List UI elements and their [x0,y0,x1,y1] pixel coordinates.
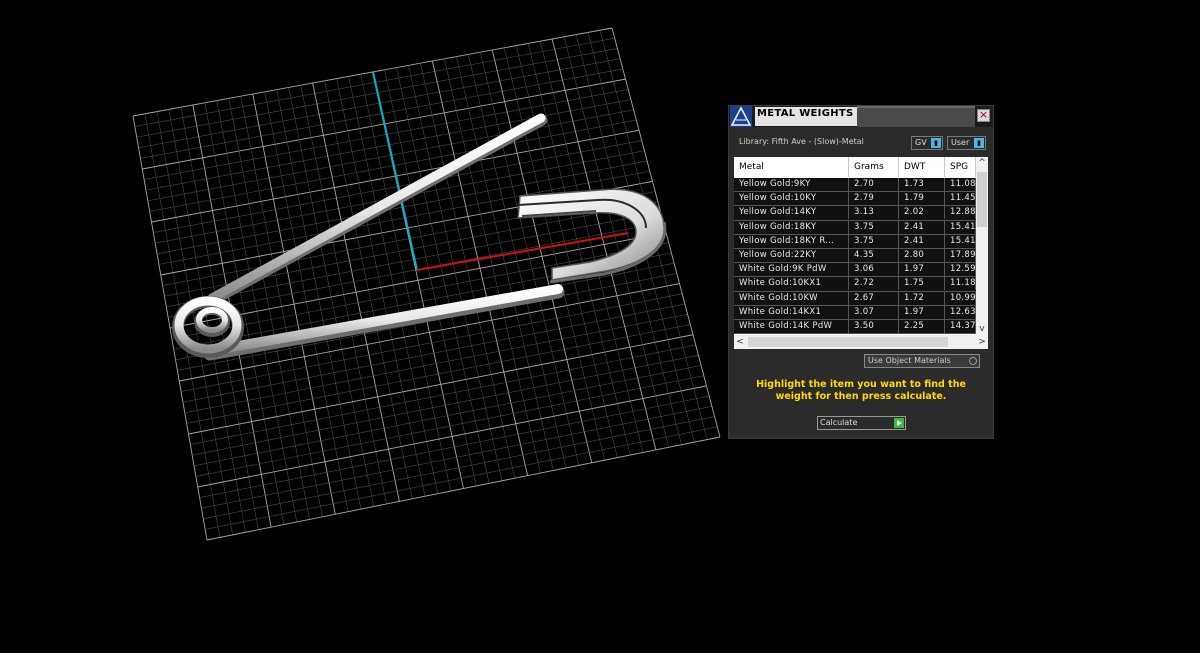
cell-grams: 3.50 [849,319,899,333]
cell-grams: 3.75 [849,220,899,234]
cell-spg: 17.89 [945,248,976,262]
table-row[interactable]: Yellow Gold:18KY R... 3.75 2.41 15.41 [734,234,976,249]
gv-toggle[interactable]: GV ▮ [911,136,943,150]
scroll-up-icon[interactable]: ^ [976,157,988,169]
cell-dwt: 1.75 [899,277,945,291]
close-button[interactable]: × [977,109,990,122]
table-row[interactable]: Yellow Gold:18KY 3.75 2.41 15.41 [734,220,976,235]
titlebar-strip [857,106,975,127]
cell-dwt: 2.02 [899,206,945,220]
cell-spg: 12.59 [945,263,976,277]
cell-dwt: 2.25 [899,319,945,333]
cell-grams: 2.67 [849,291,899,305]
toggle-arrow-icon: ▮ [974,138,984,148]
vertical-scroll-thumb[interactable] [977,172,987,227]
cell-grams: 4.35 [849,248,899,262]
cell-grams: 3.07 [849,305,899,319]
cell-spg: 11.08 [945,178,976,191]
metal-weights-panel: METAL WEIGHTS × Library: Fifth Ave - (Sl… [728,105,994,439]
cell-dwt: 2.41 [899,220,945,234]
panel-titlebar[interactable]: METAL WEIGHTS × [729,106,993,127]
cell-grams: 2.79 [849,192,899,206]
y-axis-line [372,71,418,271]
table-row[interactable]: Yellow Gold:14KY 3.13 2.02 12.88 [734,206,976,221]
cell-grams: 3.13 [849,206,899,220]
column-header-grams[interactable]: Grams [849,157,899,177]
cell-metal: White Gold:14K PdW [734,319,849,333]
user-toggle-label: User [951,138,970,147]
cell-spg: 10.99 [945,291,976,305]
use-object-materials-toggle[interactable]: Use Object Materials [864,354,980,368]
table-header: Metal Grams DWT SPG [734,157,976,177]
calculate-button[interactable]: Calculate [817,416,906,430]
metal-table: Metal Grams DWT SPG Yellow Gold:9KY 2.70 1… [734,157,988,349]
scroll-right-icon[interactable]: > [976,336,988,348]
grid-line [206,436,721,541]
table-row[interactable]: Yellow Gold:22KY 4.35 2.80 17.89 [734,248,976,264]
grid-line [203,416,715,520]
table-body: Yellow Gold:9KY 2.70 1.73 11.08 Yellow Gold:… [734,178,976,335]
use-object-materials-label: Use Object Materials [868,356,951,365]
table-row[interactable]: White Gold:14K PdW 3.50 2.25 14.37 [734,319,976,335]
3d-viewport[interactable] [0,0,1200,653]
table-row[interactable]: White Gold:10KX1 2.72 1.75 11.18 [734,277,976,292]
cell-metal: Yellow Gold:9KY [734,178,849,191]
table-row[interactable]: Yellow Gold:9KY 2.70 1.73 11.08 [734,178,976,193]
cell-dwt: 1.73 [899,178,945,191]
horizontal-scrollbar[interactable]: < > [734,335,988,349]
cell-metal: Yellow Gold:22KY [734,248,849,262]
scroll-down-icon[interactable]: v [976,323,988,335]
cell-grams: 3.06 [849,263,899,277]
cell-metal: Yellow Gold:14KY [734,206,849,220]
table-row[interactable]: White Gold:14KX1 3.07 1.97 12.63 [734,305,976,320]
calculate-label: Calculate [820,418,858,427]
gv-toggle-label: GV [915,138,927,147]
cell-spg: 11.18 [945,277,976,291]
table-row[interactable]: White Gold:9K PdW 3.06 1.97 12.59 [734,263,976,278]
cell-grams: 2.70 [849,178,899,191]
ground-grid [132,27,721,541]
play-icon [894,418,904,428]
cell-metal: White Gold:10KX1 [734,277,849,291]
cell-metal: White Gold:9K PdW [734,263,849,277]
column-header-spg[interactable]: SPG [945,157,976,177]
user-toggle[interactable]: User ▮ [947,136,986,150]
cell-dwt: 2.41 [899,234,945,248]
toggle-arrow-icon: ▮ [931,138,941,148]
cell-spg: 15.41 [945,234,976,248]
cell-spg: 12.63 [945,305,976,319]
cell-grams: 2.72 [849,277,899,291]
cell-spg: 14.37 [945,319,976,333]
cell-spg: 11.45 [945,192,976,206]
cell-dwt: 1.79 [899,192,945,206]
vertical-scrollbar[interactable]: ^ v [976,157,988,335]
instruction-text: Highlight the item you want to find the … [756,379,966,402]
cell-spg: 12.88 [945,206,976,220]
app-logo-icon [730,106,752,127]
cell-metal: White Gold:14KX1 [734,305,849,319]
cell-spg: 15.41 [945,220,976,234]
cell-dwt: 1.72 [899,291,945,305]
cell-grams: 3.75 [849,234,899,248]
close-icon: × [978,108,989,121]
cell-dwt: 2.80 [899,248,945,262]
column-header-dwt[interactable]: DWT [899,157,945,177]
cell-dwt: 1.97 [899,263,945,277]
cell-dwt: 1.97 [899,305,945,319]
table-row[interactable]: White Gold:10KW 2.67 1.72 10.99 [734,291,976,306]
table-row[interactable]: Yellow Gold:10KY 2.79 1.79 11.45 [734,192,976,207]
cell-metal: Yellow Gold:18KY [734,220,849,234]
cell-metal: Yellow Gold:18KY R... [734,234,849,248]
radio-icon [969,357,977,365]
horizontal-scroll-thumb[interactable] [748,337,948,347]
column-header-metal[interactable]: Metal [734,157,849,177]
cell-metal: White Gold:10KW [734,291,849,305]
scroll-left-icon[interactable]: < [734,336,746,348]
cell-metal: Yellow Gold:10KY [734,192,849,206]
library-label: Library: Fifth Ave - (Slow)-Metal [739,137,864,146]
grid-line [205,426,718,530]
